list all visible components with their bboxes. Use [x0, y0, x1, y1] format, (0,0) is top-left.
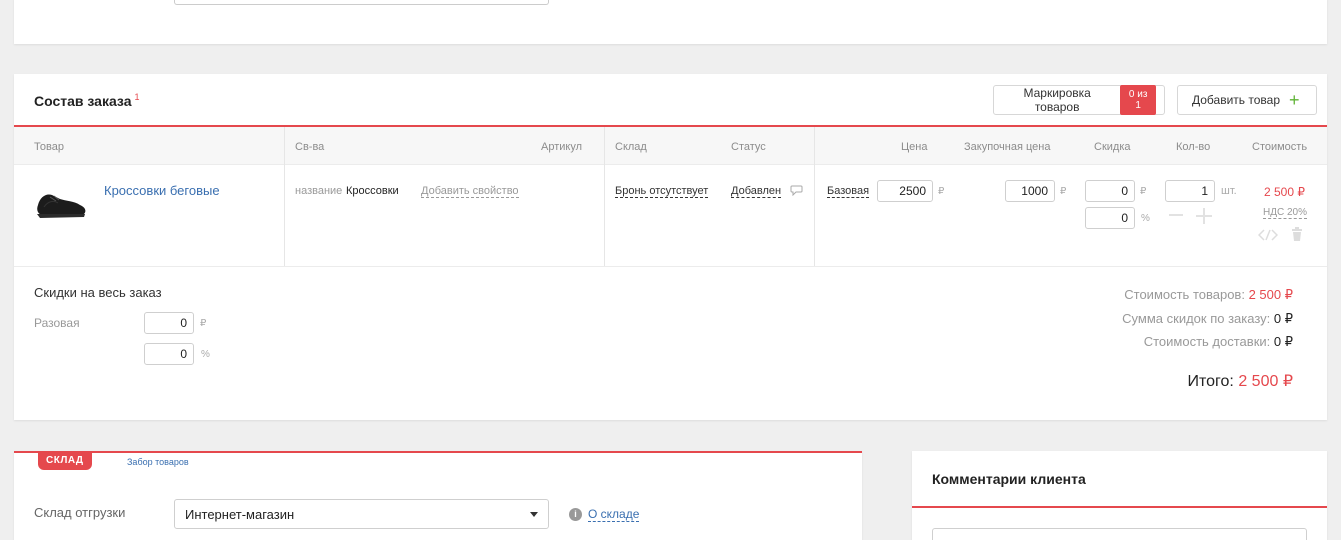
marking-badge: 0 из 1: [1120, 85, 1156, 115]
item-status-link[interactable]: Добавлен: [731, 185, 782, 198]
add-product-button[interactable]: Добавить товар +: [1177, 85, 1317, 115]
order-discount-rub-unit: ₽: [200, 318, 207, 329]
price-unit: ₽: [938, 186, 945, 197]
ship-warehouse-label: Склад отгрузки: [34, 505, 126, 520]
reserve-status-link[interactable]: Бронь отсутствует: [615, 185, 709, 198]
delivery-cost-line: Стоимость доставки: 0 ₽: [1144, 334, 1293, 350]
col-discount: Скидка: [1094, 141, 1131, 153]
col-article: Артикул: [541, 141, 583, 153]
goods-cost-label: Стоимость товаров:: [1124, 287, 1245, 302]
order-discount-value: 0 ₽: [1273, 311, 1293, 326]
total-label: Итого:: [1187, 373, 1234, 390]
discount-pct-unit: %: [1141, 213, 1150, 224]
comment-icon[interactable]: [790, 185, 803, 196]
minus-icon[interactable]: [1168, 207, 1184, 223]
ship-warehouse-value: Интернет-магазин: [185, 507, 295, 522]
comments-card: Комментарии клиента: [912, 451, 1327, 540]
plus-qty-icon[interactable]: [1195, 207, 1213, 225]
price-input[interactable]: 2500: [877, 180, 933, 202]
total-value: 2 500 ₽: [1238, 373, 1293, 390]
top-input[interactable]: [174, 0, 549, 5]
col-cost: Стоимость: [1252, 141, 1308, 153]
order-discounts-title: Скидки на весь заказ: [34, 285, 162, 300]
add-product-label: Добавить товар: [1192, 93, 1280, 107]
table-row: Кроссовки беговые название Кроссовки Доб…: [14, 165, 1327, 267]
discount-rub-unit: ₽: [1140, 186, 1147, 197]
col-warehouse: Склад: [615, 141, 647, 153]
col-product: Товар: [34, 141, 64, 153]
comments-divider: [912, 506, 1327, 508]
client-comment-textarea[interactable]: [932, 528, 1307, 540]
chevron-down-icon: [530, 512, 538, 517]
purchase-price-input[interactable]: 1000: [1005, 180, 1055, 202]
marking-code-icon[interactable]: [1258, 228, 1278, 242]
col-price: Цена: [901, 141, 928, 153]
purchase-price-unit: ₽: [1060, 186, 1067, 197]
order-discount-line: Сумма скидок по заказу: 0 ₽: [1122, 311, 1293, 327]
ship-warehouse-select[interactable]: Интернет-магазин: [174, 499, 549, 529]
trash-icon[interactable]: [1291, 227, 1303, 242]
order-card: Состав заказа 1 Маркировка товаров 0 из 1…: [14, 74, 1327, 420]
price-type-link[interactable]: Базовая: [827, 185, 870, 198]
delivery-cost-label: Стоимость доставки:: [1143, 334, 1271, 349]
pickup-tab-link[interactable]: Забор товаров: [127, 457, 189, 467]
warehouse-card: СКЛАД Забор товаров Склад отгрузки Интер…: [14, 451, 862, 540]
goods-cost-line: Стоимость товаров: 2 500 ₽: [1124, 287, 1293, 303]
col-quantity: Кол-во: [1176, 141, 1211, 153]
delivery-cost-value: 0 ₽: [1273, 334, 1293, 349]
order-discount-rub-input[interactable]: 0: [144, 312, 194, 334]
table-header: Товар Св-ва Артикул Склад Статус Цена За…: [14, 127, 1327, 165]
order-discount-pct-input[interactable]: 0: [144, 343, 194, 365]
goods-cost-value: 2 500 ₽: [1248, 287, 1293, 302]
warehouse-tag[interactable]: СКЛАД: [38, 451, 92, 470]
about-warehouse-link[interactable]: О складе: [588, 507, 640, 522]
col-purchase-price: Закупочная цена: [964, 141, 1051, 153]
sneaker-image[interactable]: [34, 187, 88, 221]
property-key: название: [295, 185, 343, 197]
info-icon: i: [569, 508, 582, 521]
comments-title: Комментарии клиента: [932, 471, 1086, 487]
item-cost: 2 500 ₽: [1264, 185, 1305, 199]
plus-icon: +: [1289, 90, 1300, 110]
col-properties: Св-ва: [295, 141, 325, 153]
property-value: Кроссовки: [346, 185, 399, 197]
marking-button-label: Маркировка товаров: [1023, 86, 1091, 114]
product-name-link[interactable]: Кроссовки беговые: [104, 183, 220, 198]
quantity-input[interactable]: 1: [1165, 180, 1215, 202]
top-card: [14, 0, 1327, 44]
marking-button[interactable]: Маркировка товаров 0 из 1: [993, 85, 1165, 115]
discount-rub-input[interactable]: 0: [1085, 180, 1135, 202]
order-title-sup: 1: [134, 92, 140, 102]
total-line: Итого: 2 500 ₽: [1188, 371, 1294, 391]
add-property-link[interactable]: Добавить свойство: [421, 185, 519, 198]
vat-link[interactable]: НДС 20%: [1263, 207, 1308, 219]
order-discount-pct-unit: %: [201, 349, 210, 360]
order-discount-label: Сумма скидок по заказу:: [1122, 311, 1271, 326]
quantity-unit: шт.: [1221, 185, 1237, 197]
order-title: Состав заказа 1: [34, 92, 140, 109]
discount-pct-input[interactable]: 0: [1085, 207, 1135, 229]
col-status: Статус: [731, 141, 766, 153]
warehouse-divider: [14, 451, 862, 453]
one-time-discount-label: Разовая: [34, 316, 80, 330]
